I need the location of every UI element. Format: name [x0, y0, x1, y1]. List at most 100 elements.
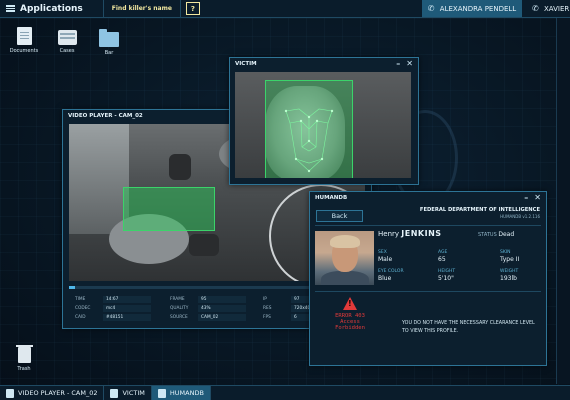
meta-value: CAM_02 [198, 314, 246, 321]
field-label: HEIGHT [438, 269, 456, 274]
window-title: VICTIM [235, 60, 257, 67]
desktop-icon-trash[interactable]: Trash [4, 345, 44, 372]
humandb-window: HUMANDB – ✕ Back FEDERAL DEPARTMENT OF I… [309, 191, 547, 366]
contact-xavier[interactable]: ✆ XAVIER [528, 0, 570, 17]
status-value: Dead [498, 231, 515, 238]
back-button[interactable]: Back [316, 210, 363, 222]
field-skin: SKIN Type II [500, 250, 519, 263]
field-sex: SEX Male [378, 250, 392, 263]
document-icon [16, 27, 32, 45]
agency-header: FEDERAL DEPARTMENT OF INTELLIGENCE HUMAN… [420, 207, 540, 219]
meta-value: 14:67 [103, 296, 151, 303]
task-humandb[interactable]: HUMANDB [151, 386, 211, 400]
applications-menu[interactable]: Applications [0, 0, 89, 17]
right-side-panel [556, 18, 570, 384]
contact-name: XAVIER [544, 4, 570, 13]
field-value: 65 [438, 256, 446, 263]
profile-photo [315, 231, 374, 285]
field-value: 193lb [500, 275, 517, 282]
field-label: EYE COLOR [378, 269, 404, 274]
error-text: Access Forbidden [335, 319, 365, 331]
contact-name: ALEXANDRA PENDELL [439, 4, 517, 13]
window-icon [110, 388, 119, 398]
warning-icon [343, 297, 357, 310]
meta-label: RES [263, 306, 272, 311]
humandb-titlebar[interactable]: HUMANDB – ✕ [310, 192, 546, 203]
victim-window: VICTIM – ✕ [229, 57, 419, 185]
hamburger-icon [6, 5, 15, 12]
task-label: VICTIM [122, 389, 145, 397]
field-label: WEIGHT [500, 269, 519, 274]
trash-icon [15, 345, 33, 363]
meta-label: CODEC [75, 306, 91, 311]
window-title: HUMANDB [315, 194, 348, 201]
meta-label: IP [263, 297, 267, 302]
field-label: SKIN [500, 250, 511, 255]
cases-icon [57, 30, 77, 45]
divider [315, 291, 541, 292]
phone-icon: ✆ [427, 4, 435, 13]
status-label: STATUS [478, 232, 497, 238]
contact-alexandra-pendell[interactable]: ✆ ALEXANDRA PENDELL [422, 0, 522, 17]
meta-value: mc4 [103, 305, 151, 312]
desktop-icon-label: Documents [9, 48, 39, 54]
first-name: Henry [378, 230, 400, 238]
minimize-icon[interactable]: – [524, 193, 528, 202]
face-scan-box [265, 80, 353, 178]
meta-value: 43% [198, 305, 246, 312]
field-label: SEX [378, 250, 387, 255]
last-name: JENKINS [401, 229, 442, 238]
field-value: 5'10" [438, 275, 454, 282]
meta-value: #48151 [103, 314, 151, 321]
field-label: AGE [438, 250, 448, 255]
window-icon [157, 388, 166, 398]
find-killer-label: Find killer's name [111, 5, 172, 12]
task-label: HUMANDB [169, 389, 204, 397]
help-button[interactable]: ? [185, 2, 200, 15]
agency-version: HUMANDB v1.2.116 [500, 214, 540, 219]
field-eye-color: EYE COLOR Blue [378, 269, 404, 282]
phone-icon: ✆ [532, 4, 539, 13]
body-detection-box [123, 187, 215, 231]
meta-label: CAID [75, 315, 86, 320]
folder-icon [99, 29, 119, 47]
progress-fill [69, 286, 75, 289]
victim-photo [235, 72, 411, 178]
desktop-icon-bar[interactable]: Bar [89, 29, 129, 56]
meta-label: QUALITY [170, 306, 189, 311]
field-age: AGE 65 [438, 250, 447, 263]
desktop-icon-documents[interactable]: Documents [4, 27, 44, 54]
meta-label: FPS [263, 315, 271, 320]
agency-name: FEDERAL DEPARTMENT OF INTELLIGENCE [419, 207, 540, 213]
meta-label: FRAME [170, 297, 185, 302]
minimize-icon[interactable]: – [396, 59, 400, 68]
taskbar: VIDEO PLAYER - CAM_02 VICTIM HUMANDB [0, 385, 570, 400]
field-value: Blue [378, 275, 392, 282]
clearance-message: YOU DO NOT HAVE THE NECESSARY CLEARANCE … [402, 321, 535, 334]
field-value: Type II [500, 256, 520, 263]
meta-label: TIME [75, 297, 86, 302]
window-icon [6, 388, 14, 398]
field-height: HEIGHT 5'10" [438, 269, 455, 282]
task-video-player[interactable]: VIDEO PLAYER - CAM_02 [0, 386, 105, 400]
window-title: VIDEO PLAYER - CAM_02 [68, 112, 143, 119]
meta-value: 95 [198, 296, 246, 303]
applications-label: Applications [20, 3, 83, 14]
find-killer-task[interactable]: Find killer's name [102, 0, 181, 17]
field-value: Male [378, 256, 393, 263]
status-field: STATUS Dead [478, 231, 514, 238]
desktop-icon-label: Cases [59, 48, 75, 54]
victim-titlebar[interactable]: VICTIM – ✕ [230, 58, 418, 69]
desktop-icon-cases[interactable]: Cases [47, 30, 87, 54]
meta-label: SOURCE [170, 315, 188, 320]
close-icon[interactable]: ✕ [406, 59, 413, 68]
face-mesh [284, 108, 334, 173]
task-victim[interactable]: VICTIM [104, 386, 152, 400]
field-weight: WEIGHT 193lb [500, 269, 518, 282]
divider [315, 225, 541, 226]
access-error: ERROR 403 Access Forbidden [324, 297, 376, 331]
desktop-icon-label: Trash [17, 366, 31, 372]
person-name: Henry JENKINS [378, 229, 442, 238]
close-icon[interactable]: ✕ [534, 193, 541, 202]
desktop-icon-label: Bar [104, 50, 114, 56]
